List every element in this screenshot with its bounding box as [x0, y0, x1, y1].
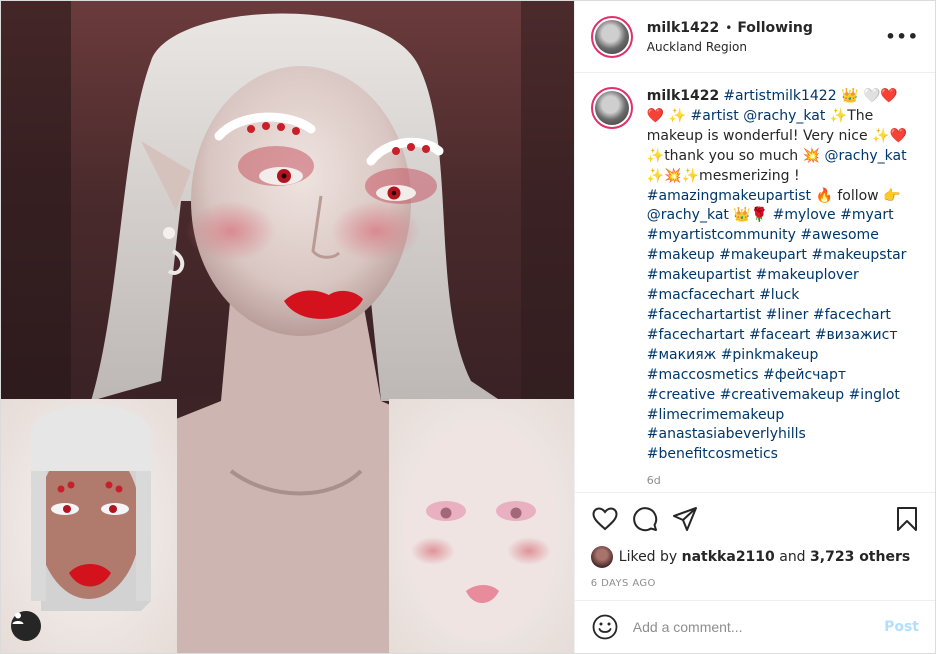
likes-count-link[interactable]: 3,723 others	[810, 549, 910, 565]
post-comment-button[interactable]: Post	[884, 619, 919, 635]
hashtag-link[interactable]: #myart	[840, 207, 893, 223]
caption-time: 6d	[646, 474, 661, 488]
comment-input[interactable]	[632, 619, 885, 635]
hashtag-link[interactable]: #facechart	[813, 307, 891, 323]
post-location[interactable]: Auckland Region	[647, 40, 886, 54]
share-icon[interactable]	[671, 505, 699, 533]
author-info: milk1422 • Following Auckland Region	[647, 20, 886, 54]
mention-link[interactable]: @rachy_kat	[647, 207, 729, 223]
hashtag-link[interactable]: #inglot	[849, 387, 900, 403]
hashtag-link[interactable]: #awesome	[800, 227, 878, 243]
hashtag-link[interactable]: #facechartartist	[647, 307, 761, 323]
heart-icon[interactable]	[591, 505, 619, 533]
bookmark-icon[interactable]	[893, 505, 921, 533]
likes-prefix: Liked by	[618, 549, 678, 565]
caption-author-avatar[interactable]	[590, 87, 633, 129]
caption-text-segment: 🔥 follow 👉	[811, 187, 901, 204]
hashtag-link[interactable]: #benefitcosmetics	[647, 446, 778, 462]
more-options-icon[interactable]: •••	[885, 27, 919, 46]
separator-dot: •	[725, 20, 733, 35]
post-image[interactable]	[1, 1, 574, 653]
hashtag-link[interactable]: #фейсчарт	[763, 367, 846, 383]
hashtag-link[interactable]: #limecrimemakeup	[647, 407, 785, 423]
hashtag-link[interactable]: #luck	[759, 287, 799, 303]
liker-username[interactable]: natkka2110	[682, 549, 775, 565]
makeup-photo-collage	[1, 1, 574, 653]
hashtag-link[interactable]: #artistmilk1422	[723, 88, 836, 104]
comment-icon[interactable]	[631, 505, 659, 533]
caption-text: #artistmilk1422 👑 🤍❤️ ❤️ ✨ #artist @rach…	[647, 88, 907, 462]
hashtag-link[interactable]: #makeupstar	[811, 247, 906, 263]
author-avatar[interactable]	[590, 15, 633, 58]
hashtag-link[interactable]: #makeupart	[719, 247, 807, 263]
hashtag-link[interactable]: #amazingmakeupartist	[647, 188, 811, 204]
liker-avatar[interactable]	[590, 546, 613, 568]
hashtag-link[interactable]: #mylove	[773, 207, 836, 223]
instagram-post: milk1422 • Following Auckland Region •••…	[0, 0, 936, 654]
post-date[interactable]: 6 DAYS AGO	[575, 570, 935, 600]
caption-username[interactable]: milk1422	[647, 88, 719, 104]
hashtag-link[interactable]: #makeuplover	[756, 267, 859, 283]
caption-text-segment: ✨💥✨mesmerizing !	[646, 167, 800, 184]
hashtag-link[interactable]: #macfacechart	[647, 287, 755, 303]
mention-link[interactable]: @rachy_kat	[743, 108, 825, 124]
hashtag-link[interactable]: #визажист	[815, 327, 898, 343]
hashtag-link[interactable]: #facechartart	[647, 327, 745, 343]
follow-status-button[interactable]: Following	[737, 20, 813, 36]
tagged-users-button[interactable]	[11, 611, 41, 641]
hashtag-link[interactable]: #liner	[766, 307, 809, 323]
mention-link[interactable]: @rachy_kat	[824, 148, 906, 164]
comments-section: milk1422 #artistmilk1422 👑 🤍❤️ ❤️ ✨ #arti…	[575, 73, 935, 492]
hashtag-link[interactable]: #artist	[691, 108, 739, 124]
smiley-icon[interactable]	[591, 613, 619, 641]
hashtag-link[interactable]: #myartistcommunity	[647, 227, 796, 243]
hashtag-link[interactable]: #creative	[647, 387, 715, 403]
likes-joiner: and	[779, 549, 806, 565]
hashtag-link[interactable]: #makeup	[647, 247, 715, 263]
hashtag-link[interactable]: #faceart	[749, 327, 810, 343]
hashtag-link[interactable]: #makeupartist	[647, 267, 751, 283]
hashtag-link[interactable]: #anastasiabeverlyhills	[647, 426, 806, 442]
hashtag-link[interactable]: #creativemakeup	[720, 387, 845, 403]
action-bar	[574, 492, 935, 544]
caption-text-segment: 👑🌹	[728, 207, 773, 224]
author-username[interactable]: milk1422	[647, 20, 719, 36]
person-icon	[12, 612, 24, 624]
hashtag-link[interactable]: #pinkmakeup	[721, 347, 819, 363]
post-header: milk1422 • Following Auckland Region •••	[574, 1, 935, 73]
comment-form: Post	[574, 600, 935, 653]
caption: milk1422 #artistmilk1422 👑 🤍❤️ ❤️ ✨ #arti…	[647, 87, 917, 492]
post-details-panel: milk1422 • Following Auckland Region •••…	[573, 1, 935, 653]
hashtag-link[interactable]: #maccosmetics	[647, 367, 759, 383]
hashtag-link[interactable]: #макияж	[647, 347, 716, 363]
likes-summary: Liked by natkka2110 and 3,723 others	[575, 544, 935, 570]
